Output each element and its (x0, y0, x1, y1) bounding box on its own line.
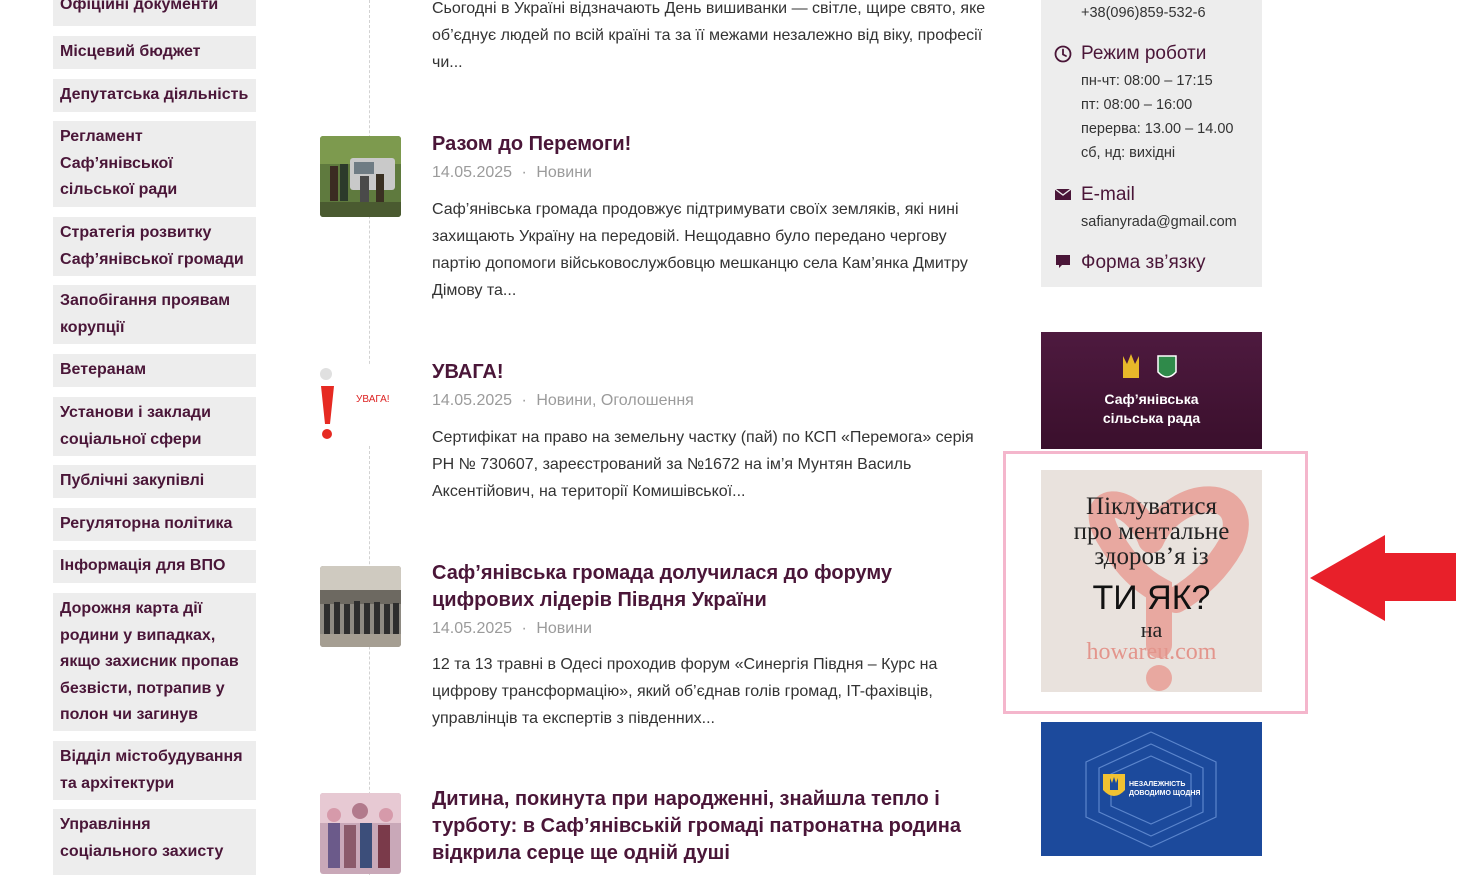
meta-separator: · (521, 164, 527, 181)
news-date: 14.05.2025 (432, 164, 513, 181)
news-date: 14.05.2025 (432, 620, 513, 637)
email-link[interactable]: safianyrada@gmail.com (1081, 212, 1237, 232)
mental-health-banner[interactable]: Піклуватися про ментальне здоров’я із ТИ… (1041, 470, 1262, 692)
clock-icon (1054, 45, 1072, 63)
news-title[interactable]: Дитина, покинута при народженні, знайшла… (432, 786, 992, 867)
news-excerpt: 12 та 13 травні в Одесі проходив форум «… (432, 656, 938, 727)
sidebar-item-anti-corruption[interactable]: Запобігання проявам корупції (53, 285, 256, 344)
red-arrow-icon (1310, 535, 1456, 621)
sidebar-item-official-documents[interactable]: Офіційні документи (53, 0, 256, 26)
hours-line: сб, нд: вихідні (1081, 145, 1176, 161)
working-hours-heading: Режим роботи (1081, 43, 1207, 64)
mental-health-url: howareu.com (1086, 639, 1217, 665)
news-title[interactable]: Саф’янівська громада долучилася до форум… (432, 560, 992, 614)
news-thumbnail[interactable] (320, 566, 401, 647)
phone-number[interactable]: +38(096)859-532-6 (1081, 3, 1206, 23)
news-excerpt: Саф’янівська громада продовжує підтримув… (432, 201, 968, 299)
news-category[interactable]: Новини (536, 164, 592, 181)
hours-line: пт: 08:00 – 16:00 (1081, 97, 1193, 113)
sidebar-item-public-procurement[interactable]: Публічні закупівлі (53, 465, 256, 498)
contact-form-link[interactable]: Форма зв’язку (1081, 251, 1206, 275)
coat-of-arms-icon (1157, 355, 1177, 378)
meta-separator: · (521, 620, 527, 637)
sidebar-item-regulations[interactable]: Регламент Саф’янівської сільської ради (53, 121, 256, 207)
hours-line: пн-чт: 08:00 – 17:15 (1081, 73, 1213, 89)
sidebar-item-social-protection[interactable]: Управління соціального захисту (53, 809, 256, 875)
sidebar-item-urban-planning[interactable]: Відділ містобудування та архітектури (53, 741, 256, 800)
independence-banner-text: НЕЗАЛЕЖНІСТЬ ДОВОДИМО ЩОДНЯ (1129, 781, 1201, 797)
sidebar-item-social-institutions[interactable]: Установи і заклади соціальної сфери (53, 397, 256, 456)
mental-health-text: Піклуватися про ментальне здоров’я із (1073, 493, 1230, 570)
independence-banner[interactable]: НЕЗАЛЕЖНІСТЬ ДОВОДИМО ЩОДНЯ (1041, 722, 1262, 856)
sidebar-item-deputy-activity[interactable]: Депутатська діяльність (53, 79, 256, 112)
sidebar-item-regulatory-policy[interactable]: Регуляторна політика (53, 508, 256, 541)
hours-line: перерва: 13.00 – 14.00 (1081, 121, 1234, 137)
sidebar-item-strategy[interactable]: Стратегія розвитку Саф’янівської громади (53, 217, 256, 276)
mental-health-slogan: ТИ ЯК? (1092, 579, 1211, 617)
meta-separator: · (521, 392, 527, 409)
chat-bubble-icon (1056, 255, 1070, 268)
news-title[interactable]: Разом до Перемоги! (432, 131, 992, 158)
envelope-icon (1054, 188, 1072, 200)
news-excerpt: Сертифікат на право на земельну частку (… (432, 429, 974, 500)
council-banner[interactable]: Саф’янівська сільська рада (1041, 332, 1262, 449)
news-thumbnail[interactable] (320, 793, 401, 874)
council-banner-text: Саф’янівська сільська рада (1102, 391, 1201, 426)
sidebar-item-local-budget[interactable]: Місцевий бюджет (53, 36, 256, 69)
news-category[interactable]: Новини, Оголошення (536, 392, 694, 409)
news-title[interactable]: УВАГА! (432, 359, 992, 386)
news-date: 14.05.2025 (432, 392, 513, 409)
sidebar-item-idp-info[interactable]: Інформація для ВПО (53, 550, 256, 583)
news-excerpt: Сьогодні в Україні відзначають День виши… (432, 0, 986, 71)
thumb-text: УВАГА! (356, 394, 390, 405)
news-category[interactable]: Новини (536, 620, 592, 637)
email-heading: E-mail (1081, 184, 1135, 205)
news-meta: 14.05.2025 · Новини (432, 619, 592, 639)
news-thumbnail[interactable] (320, 136, 401, 217)
sidebar-item-veterans[interactable]: Ветеранам (53, 354, 256, 387)
news-meta: 14.05.2025 · Новини (432, 163, 592, 183)
news-meta: 14.05.2025 · Новини, Оголошення (432, 391, 694, 411)
sidebar-item-family-roadmap[interactable]: Дорожня карта дії родини у випадках, якщ… (53, 593, 256, 731)
news-thumbnail[interactable]: УВАГА! (320, 364, 401, 445)
